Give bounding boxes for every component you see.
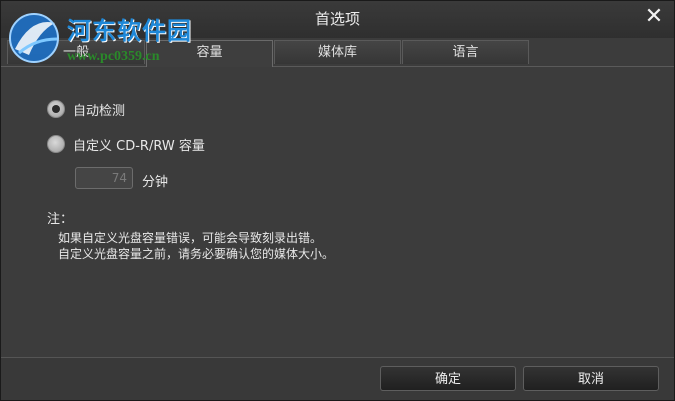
note-line-2: 自定义光盘容量之前，请务必要确认您的媒体大小。 — [58, 247, 335, 261]
tab-language[interactable]: 语言 — [402, 40, 529, 64]
minutes-unit-label: 分钟 — [142, 175, 169, 190]
dialog-footer: 确定 取消 — [1, 357, 674, 400]
site-watermark: 河东软件园 www.pc0359.cn — [5, 5, 210, 67]
auto-detect-label: 自动检测 — [73, 103, 126, 119]
minutes-field[interactable] — [75, 167, 133, 189]
watermark-site-name: 河东软件园 — [67, 16, 192, 45]
custom-capacity-label: 自定义 CD-R/RW 容量 — [73, 138, 205, 154]
watermark-logo-icon — [9, 13, 59, 63]
custom-capacity-option[interactable]: 自定义 CD-R/RW 容量 — [47, 133, 205, 155]
auto-detect-option[interactable]: 自动检测 — [47, 98, 125, 120]
watermark-url: www.pc0359.cn — [67, 49, 160, 64]
capacity-panel: 自动检测 自定义 CD-R/RW 容量 分钟 注： 如果自定义光盘容量错误，可能… — [1, 67, 674, 357]
preferences-dialog: 首选项 ✕ 河东软件园 www.pc0359.cn 一般 容量 媒体库 语言 自… — [0, 0, 675, 401]
close-icon: ✕ — [644, 4, 664, 29]
note-title: 注： — [47, 212, 74, 227]
close-button[interactable]: ✕ — [642, 5, 666, 29]
note-line-1: 如果自定义光盘容量错误，可能会导致刻录出错。 — [58, 231, 323, 245]
ok-button[interactable]: 确定 — [380, 366, 516, 391]
tab-media-library[interactable]: 媒体库 — [274, 40, 401, 64]
custom-capacity-radio[interactable] — [47, 135, 65, 153]
auto-detect-radio[interactable] — [47, 100, 65, 118]
cancel-button[interactable]: 取消 — [523, 366, 659, 391]
